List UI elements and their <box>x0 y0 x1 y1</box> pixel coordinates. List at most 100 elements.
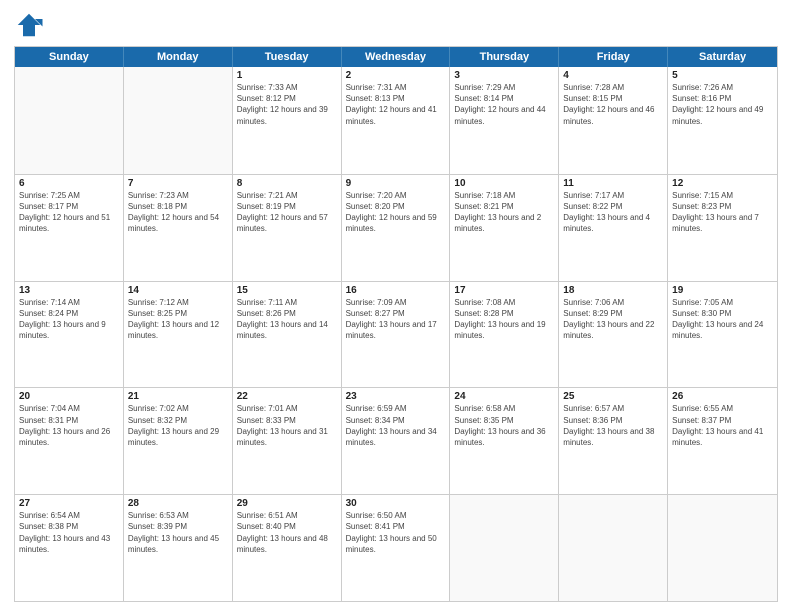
day-info: Sunrise: 7:33 AM Sunset: 8:12 PM Dayligh… <box>237 82 337 127</box>
day-info: Sunrise: 7:15 AM Sunset: 8:23 PM Dayligh… <box>672 190 773 235</box>
day-number: 30 <box>346 498 446 509</box>
day-info: Sunrise: 7:31 AM Sunset: 8:13 PM Dayligh… <box>346 82 446 127</box>
day-number: 7 <box>128 178 228 189</box>
calendar-cell: 22Sunrise: 7:01 AM Sunset: 8:33 PM Dayli… <box>233 388 342 494</box>
logo <box>14 10 48 40</box>
day-number: 16 <box>346 285 446 296</box>
day-number: 22 <box>237 391 337 402</box>
calendar-cell: 16Sunrise: 7:09 AM Sunset: 8:27 PM Dayli… <box>342 282 451 388</box>
day-info: Sunrise: 7:09 AM Sunset: 8:27 PM Dayligh… <box>346 297 446 342</box>
day-info: Sunrise: 7:04 AM Sunset: 8:31 PM Dayligh… <box>19 403 119 448</box>
day-number: 10 <box>454 178 554 189</box>
day-info: Sunrise: 7:28 AM Sunset: 8:15 PM Dayligh… <box>563 82 663 127</box>
calendar-row: 20Sunrise: 7:04 AM Sunset: 8:31 PM Dayli… <box>15 387 777 494</box>
day-info: Sunrise: 7:14 AM Sunset: 8:24 PM Dayligh… <box>19 297 119 342</box>
day-info: Sunrise: 6:55 AM Sunset: 8:37 PM Dayligh… <box>672 403 773 448</box>
calendar-cell: 6Sunrise: 7:25 AM Sunset: 8:17 PM Daylig… <box>15 175 124 281</box>
day-number: 8 <box>237 178 337 189</box>
calendar-cell: 7Sunrise: 7:23 AM Sunset: 8:18 PM Daylig… <box>124 175 233 281</box>
day-number: 2 <box>346 70 446 81</box>
day-info: Sunrise: 7:25 AM Sunset: 8:17 PM Dayligh… <box>19 190 119 235</box>
calendar-cell: 27Sunrise: 6:54 AM Sunset: 8:38 PM Dayli… <box>15 495 124 601</box>
day-info: Sunrise: 7:17 AM Sunset: 8:22 PM Dayligh… <box>563 190 663 235</box>
day-number: 28 <box>128 498 228 509</box>
day-number: 26 <box>672 391 773 402</box>
day-info: Sunrise: 7:23 AM Sunset: 8:18 PM Dayligh… <box>128 190 228 235</box>
day-info: Sunrise: 7:05 AM Sunset: 8:30 PM Dayligh… <box>672 297 773 342</box>
calendar: SundayMondayTuesdayWednesdayThursdayFrid… <box>14 46 778 602</box>
weekday-header-tuesday: Tuesday <box>233 47 342 67</box>
weekday-header-wednesday: Wednesday <box>342 47 451 67</box>
calendar-cell: 18Sunrise: 7:06 AM Sunset: 8:29 PM Dayli… <box>559 282 668 388</box>
day-number: 24 <box>454 391 554 402</box>
day-info: Sunrise: 7:02 AM Sunset: 8:32 PM Dayligh… <box>128 403 228 448</box>
day-number: 5 <box>672 70 773 81</box>
calendar-row: 1Sunrise: 7:33 AM Sunset: 8:12 PM Daylig… <box>15 67 777 174</box>
calendar-cell: 9Sunrise: 7:20 AM Sunset: 8:20 PM Daylig… <box>342 175 451 281</box>
calendar-cell <box>559 495 668 601</box>
calendar-cell: 23Sunrise: 6:59 AM Sunset: 8:34 PM Dayli… <box>342 388 451 494</box>
day-number: 3 <box>454 70 554 81</box>
calendar-row: 27Sunrise: 6:54 AM Sunset: 8:38 PM Dayli… <box>15 494 777 601</box>
calendar-row: 6Sunrise: 7:25 AM Sunset: 8:17 PM Daylig… <box>15 174 777 281</box>
calendar-cell: 29Sunrise: 6:51 AM Sunset: 8:40 PM Dayli… <box>233 495 342 601</box>
day-info: Sunrise: 6:53 AM Sunset: 8:39 PM Dayligh… <box>128 510 228 555</box>
calendar-cell <box>668 495 777 601</box>
day-info: Sunrise: 7:11 AM Sunset: 8:26 PM Dayligh… <box>237 297 337 342</box>
calendar-cell: 14Sunrise: 7:12 AM Sunset: 8:25 PM Dayli… <box>124 282 233 388</box>
day-info: Sunrise: 7:20 AM Sunset: 8:20 PM Dayligh… <box>346 190 446 235</box>
calendar-cell: 1Sunrise: 7:33 AM Sunset: 8:12 PM Daylig… <box>233 67 342 174</box>
day-number: 25 <box>563 391 663 402</box>
day-info: Sunrise: 6:51 AM Sunset: 8:40 PM Dayligh… <box>237 510 337 555</box>
logo-icon <box>14 10 44 40</box>
day-number: 14 <box>128 285 228 296</box>
calendar-cell: 8Sunrise: 7:21 AM Sunset: 8:19 PM Daylig… <box>233 175 342 281</box>
page-container: SundayMondayTuesdayWednesdayThursdayFrid… <box>0 0 792 612</box>
day-number: 4 <box>563 70 663 81</box>
day-number: 17 <box>454 285 554 296</box>
day-number: 1 <box>237 70 337 81</box>
calendar-body: 1Sunrise: 7:33 AM Sunset: 8:12 PM Daylig… <box>15 67 777 601</box>
day-number: 6 <box>19 178 119 189</box>
day-info: Sunrise: 7:12 AM Sunset: 8:25 PM Dayligh… <box>128 297 228 342</box>
day-info: Sunrise: 7:06 AM Sunset: 8:29 PM Dayligh… <box>563 297 663 342</box>
day-info: Sunrise: 6:54 AM Sunset: 8:38 PM Dayligh… <box>19 510 119 555</box>
day-info: Sunrise: 6:58 AM Sunset: 8:35 PM Dayligh… <box>454 403 554 448</box>
calendar-cell: 20Sunrise: 7:04 AM Sunset: 8:31 PM Dayli… <box>15 388 124 494</box>
calendar-cell: 13Sunrise: 7:14 AM Sunset: 8:24 PM Dayli… <box>15 282 124 388</box>
weekday-header-monday: Monday <box>124 47 233 67</box>
calendar-cell: 11Sunrise: 7:17 AM Sunset: 8:22 PM Dayli… <box>559 175 668 281</box>
weekday-header-saturday: Saturday <box>668 47 777 67</box>
day-number: 11 <box>563 178 663 189</box>
day-info: Sunrise: 7:29 AM Sunset: 8:14 PM Dayligh… <box>454 82 554 127</box>
header <box>14 10 778 40</box>
calendar-cell: 4Sunrise: 7:28 AM Sunset: 8:15 PM Daylig… <box>559 67 668 174</box>
calendar-cell: 28Sunrise: 6:53 AM Sunset: 8:39 PM Dayli… <box>124 495 233 601</box>
calendar-cell: 2Sunrise: 7:31 AM Sunset: 8:13 PM Daylig… <box>342 67 451 174</box>
calendar-cell: 24Sunrise: 6:58 AM Sunset: 8:35 PM Dayli… <box>450 388 559 494</box>
calendar-header: SundayMondayTuesdayWednesdayThursdayFrid… <box>15 47 777 67</box>
calendar-cell: 30Sunrise: 6:50 AM Sunset: 8:41 PM Dayli… <box>342 495 451 601</box>
day-number: 21 <box>128 391 228 402</box>
weekday-header-friday: Friday <box>559 47 668 67</box>
day-info: Sunrise: 7:21 AM Sunset: 8:19 PM Dayligh… <box>237 190 337 235</box>
day-number: 19 <box>672 285 773 296</box>
day-info: Sunrise: 6:50 AM Sunset: 8:41 PM Dayligh… <box>346 510 446 555</box>
weekday-header-thursday: Thursday <box>450 47 559 67</box>
day-info: Sunrise: 7:08 AM Sunset: 8:28 PM Dayligh… <box>454 297 554 342</box>
calendar-cell <box>450 495 559 601</box>
calendar-cell: 15Sunrise: 7:11 AM Sunset: 8:26 PM Dayli… <box>233 282 342 388</box>
calendar-cell: 5Sunrise: 7:26 AM Sunset: 8:16 PM Daylig… <box>668 67 777 174</box>
calendar-cell: 17Sunrise: 7:08 AM Sunset: 8:28 PM Dayli… <box>450 282 559 388</box>
calendar-cell: 25Sunrise: 6:57 AM Sunset: 8:36 PM Dayli… <box>559 388 668 494</box>
day-info: Sunrise: 6:59 AM Sunset: 8:34 PM Dayligh… <box>346 403 446 448</box>
calendar-cell: 10Sunrise: 7:18 AM Sunset: 8:21 PM Dayli… <box>450 175 559 281</box>
day-info: Sunrise: 7:18 AM Sunset: 8:21 PM Dayligh… <box>454 190 554 235</box>
day-number: 23 <box>346 391 446 402</box>
weekday-header-sunday: Sunday <box>15 47 124 67</box>
calendar-cell: 12Sunrise: 7:15 AM Sunset: 8:23 PM Dayli… <box>668 175 777 281</box>
calendar-cell <box>124 67 233 174</box>
day-info: Sunrise: 6:57 AM Sunset: 8:36 PM Dayligh… <box>563 403 663 448</box>
day-number: 20 <box>19 391 119 402</box>
day-number: 18 <box>563 285 663 296</box>
